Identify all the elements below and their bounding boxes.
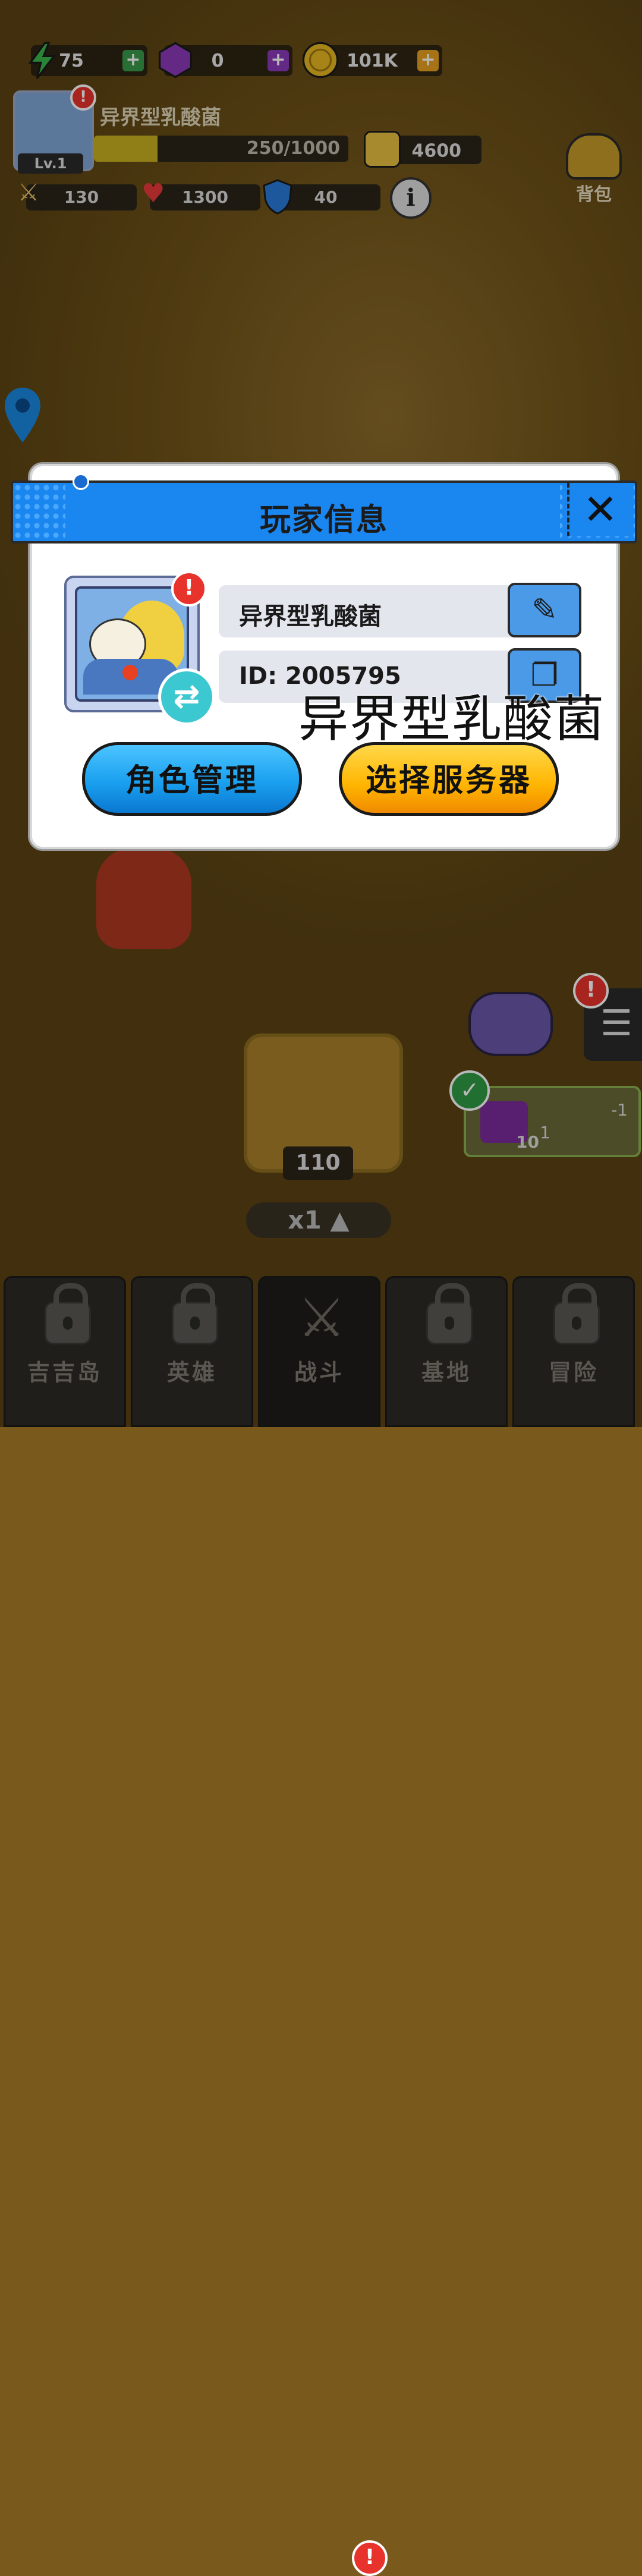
flower-icon (122, 665, 138, 680)
select-server-button[interactable]: 选择服务器 (339, 742, 559, 816)
name-field: 异界型乳酸菌 ✎ (219, 583, 581, 637)
battle-alert-badge: ! (352, 2540, 388, 2576)
header-dot (73, 473, 89, 490)
swap-avatar-icon[interactable]: ⇄ (158, 668, 215, 725)
avatar-alert-badge: ! (171, 571, 207, 607)
dialog-title: 玩家信息 (259, 502, 388, 538)
dialog-header: 玩家信息 (11, 480, 637, 544)
overlay-name-text: 异界型乳酸菌 (298, 690, 606, 748)
edit-name-button[interactable]: ✎ (508, 583, 581, 637)
role-management-button[interactable]: 角色管理 (82, 742, 302, 816)
edit-icon: ✎ (531, 592, 558, 628)
close-button[interactable]: ✕ (567, 483, 631, 536)
name-value: 异界型乳酸菌 (239, 603, 382, 630)
